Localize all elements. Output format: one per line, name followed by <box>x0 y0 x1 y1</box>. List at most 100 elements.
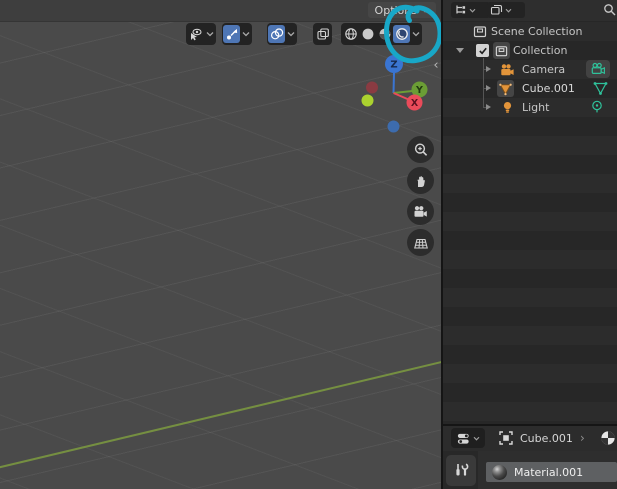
pan-tool-button[interactable] <box>407 167 434 194</box>
material-name: Material.001 <box>514 465 584 479</box>
properties-tab-column <box>443 451 478 489</box>
display-mode-dropdown[interactable] <box>487 2 525 18</box>
outliner-row-light[interactable]: Light <box>443 98 617 117</box>
cube-001-label: Cube.001 <box>522 82 575 95</box>
light-object-icon <box>503 102 512 113</box>
material-breadcrumb-icon[interactable] <box>600 430 616 446</box>
movie-camera-icon <box>414 205 427 217</box>
shading-wireframe-button[interactable] <box>342 25 359 43</box>
editor-type-dropdown[interactable] <box>451 428 485 448</box>
axis-ball-negative-y[interactable] <box>361 94 374 107</box>
viewport-header: Options <box>0 0 441 22</box>
collection-icon-box <box>493 42 510 59</box>
breadcrumb-object-name[interactable]: Cube.001 <box>520 432 573 445</box>
camera-object-icon <box>501 64 514 76</box>
outliner-search-button[interactable] <box>603 3 617 17</box>
gizmo-arrow-icon <box>226 28 237 40</box>
object-breadcrumb-icon[interactable] <box>498 430 514 446</box>
options-dropdown[interactable]: Options <box>367 2 436 18</box>
collapsed-caret-icon[interactable] <box>486 104 491 110</box>
mesh-object-icon <box>499 83 512 95</box>
tool-icon <box>455 463 468 476</box>
outliner-row-camera[interactable]: Camera <box>443 60 617 79</box>
hand-icon <box>417 175 425 187</box>
mesh-data-badge[interactable] <box>592 80 609 96</box>
svg-text:Y: Y <box>415 85 423 96</box>
xray-icon <box>314 25 331 43</box>
chevron-down-icon <box>473 436 480 441</box>
show-overlays-button[interactable] <box>268 25 285 43</box>
tool-tab[interactable] <box>446 455 476 486</box>
object-type-visibility-button[interactable] <box>186 23 216 45</box>
scene-collection-label: Scene Collection <box>491 25 583 38</box>
material-sphere-icon <box>379 28 390 40</box>
outliner-editor: Scene Collection Collection Camera Cube.… <box>443 0 617 424</box>
chevron-down-icon <box>469 8 476 13</box>
outliner-editor-icon <box>456 5 466 14</box>
check-icon <box>478 47 487 54</box>
camera-view-button[interactable] <box>407 198 434 225</box>
axis-ball-negative-x[interactable] <box>366 81 378 94</box>
editor-type-dropdown[interactable] <box>451 2 490 18</box>
light-data-badge[interactable] <box>589 99 605 115</box>
camera-data-icon <box>591 62 605 75</box>
magnifier-plus-icon <box>414 142 427 156</box>
overlays-chevron-down-icon[interactable] <box>285 25 296 43</box>
search-icon <box>604 4 616 16</box>
properties-editor: Cube.001 › Material.001 <box>443 426 617 489</box>
rendered-sphere-icon <box>395 28 408 40</box>
viewport-toolbar <box>186 23 422 45</box>
grid-perspective-icon <box>413 238 428 249</box>
chevron-down-icon <box>505 8 512 13</box>
y-axis-floor-line <box>0 340 441 472</box>
gizmos-chevron-down-icon[interactable] <box>240 25 251 43</box>
outliner-row-scene-collection[interactable]: Scene Collection <box>443 22 617 41</box>
shading-solid-button[interactable] <box>359 25 376 43</box>
chevron-down-icon <box>421 8 429 13</box>
shading-material-preview-button[interactable] <box>376 25 393 43</box>
camera-label: Camera <box>522 63 566 76</box>
mesh-icon-box <box>497 80 514 97</box>
outliner-header <box>443 0 617 21</box>
collapsed-caret-icon[interactable] <box>486 66 491 72</box>
properties-editor-icon <box>457 433 469 444</box>
collection-checkbox[interactable] <box>476 44 489 57</box>
toggle-xray-button[interactable] <box>313 23 332 45</box>
display-mode-icon <box>490 4 503 15</box>
outliner-row-collection[interactable]: Collection <box>443 41 617 60</box>
svg-text:Z: Z <box>390 60 397 71</box>
breadcrumb-separator: › <box>580 431 585 445</box>
properties-header: Cube.001 › <box>443 426 617 451</box>
options-label: Options <box>374 3 417 17</box>
show-overlays-group <box>267 23 297 45</box>
chevron-down-icon[interactable] <box>204 25 215 43</box>
material-preview-ball-icon <box>492 464 507 480</box>
axis-ball-z[interactable]: Z <box>385 55 403 73</box>
show-gizmos-button[interactable] <box>223 25 240 43</box>
navigation-axis-gizmo[interactable]: Z Y X <box>356 50 440 138</box>
light-data-icon <box>592 100 602 113</box>
wireframe-sphere-icon <box>344 28 357 40</box>
shading-rendered-button[interactable] <box>393 25 410 43</box>
svg-text:X: X <box>411 98 419 109</box>
outliner-row-cube-001[interactable]: Cube.001 <box>443 79 617 98</box>
collection-icon <box>473 26 487 38</box>
solid-sphere-icon <box>362 28 373 40</box>
collapsed-caret-icon[interactable] <box>486 85 491 91</box>
shading-chevron-down-icon[interactable] <box>410 25 421 43</box>
axis-ball-x[interactable]: X <box>406 94 423 111</box>
axis-ball-negative-z[interactable] <box>387 120 400 133</box>
camera-data-badge[interactable] <box>586 60 610 78</box>
show-gizmos-group <box>222 23 252 45</box>
zoom-tool-button[interactable] <box>407 136 434 163</box>
3d-viewport[interactable]: Options Z Y X ‹ <box>0 0 441 489</box>
material-slot-row[interactable]: Material.001 <box>486 462 617 482</box>
shading-mode-group <box>341 23 422 45</box>
projection-toggle-button[interactable] <box>407 229 434 256</box>
eye-cursor-icon <box>187 25 204 43</box>
collection-label: Collection <box>513 44 568 57</box>
expand-caret-icon[interactable] <box>456 48 464 53</box>
sidebar-collapse-arrow[interactable]: ‹ <box>430 58 441 74</box>
collection-icon <box>495 45 508 56</box>
mesh-data-icon <box>593 82 608 95</box>
